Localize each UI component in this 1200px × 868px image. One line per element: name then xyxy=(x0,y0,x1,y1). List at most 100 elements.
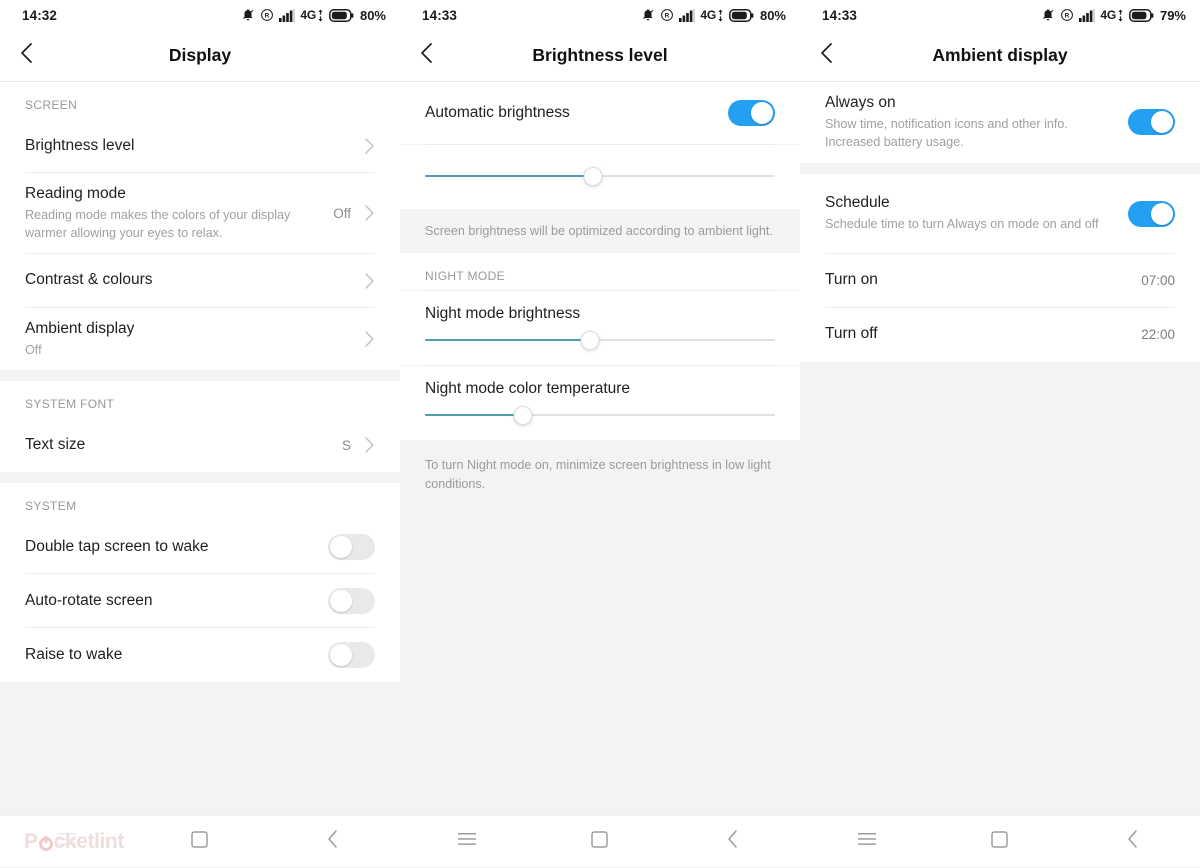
signal-bars-icon xyxy=(279,8,296,22)
toggle-auto-rotate-screen[interactable] xyxy=(328,588,375,615)
row-brightness-level[interactable]: Brightness level xyxy=(0,119,400,173)
row-title: Turn on xyxy=(825,271,878,289)
network-type-indicator: 4G xyxy=(700,8,724,22)
nav-home-button[interactable] xyxy=(133,816,266,868)
toggle-automatic-brightness[interactable] xyxy=(728,100,775,126)
row-title: Ambient display xyxy=(25,319,135,337)
group-header-system: SYSTEM xyxy=(0,483,400,521)
automatic-brightness-note: Screen brightness will be optimized acco… xyxy=(400,209,800,254)
toggle-schedule[interactable] xyxy=(1128,200,1175,227)
signal-bars-icon xyxy=(1079,8,1096,22)
row-always-on[interactable]: Always on Show time, notification icons … xyxy=(800,82,1200,163)
slider-thumb[interactable] xyxy=(513,405,533,425)
row-turn-on[interactable]: Turn on 07:00 xyxy=(800,253,1200,308)
toggle-raise-to-wake[interactable] xyxy=(328,642,375,669)
night-mode-note: To turn Night mode on, minimize screen b… xyxy=(400,440,800,506)
row-value: 07:00 xyxy=(1141,273,1175,289)
night-mode-temperature-slider-row xyxy=(400,400,800,441)
row-contrast-colours[interactable]: Contrast & colours xyxy=(0,253,400,308)
back-button[interactable] xyxy=(800,30,854,82)
brightness-slider[interactable] xyxy=(425,165,775,187)
night-mode-temperature-slider[interactable] xyxy=(425,404,775,426)
toggle-knob xyxy=(1151,202,1173,225)
row-automatic-brightness[interactable]: Automatic brightness xyxy=(400,82,800,144)
chevron-left-icon xyxy=(18,42,36,69)
nav-back-button[interactable] xyxy=(1067,816,1200,868)
status-icons: R 4G 80% xyxy=(641,8,786,23)
ringer-r-icon: R xyxy=(260,8,274,22)
bell-muted-icon xyxy=(241,8,255,22)
back-button[interactable] xyxy=(0,30,54,82)
toggle-knob xyxy=(330,590,352,613)
status-bar: 14:33 R 4G xyxy=(800,0,1200,30)
nav-back-button[interactable] xyxy=(667,816,800,868)
navigation-bar xyxy=(800,815,1200,867)
nav-recents-button[interactable] xyxy=(800,816,933,868)
svg-text:R: R xyxy=(665,12,670,19)
night-mode-brightness-label: Night mode brightness xyxy=(400,291,800,326)
row-text: Contrast & colours xyxy=(25,259,351,302)
row-schedule[interactable]: Schedule Schedule time to turn Always on… xyxy=(800,173,1200,254)
chevron-left-icon xyxy=(818,42,836,69)
list-end-spacer xyxy=(0,682,400,694)
row-subtitle: Off xyxy=(25,342,42,357)
row-ambient-display[interactable]: Ambient display Off xyxy=(0,307,400,371)
row-text: Automatic brightness xyxy=(425,92,716,135)
status-icons: R 4G 80% xyxy=(241,8,386,23)
slider-thumb[interactable] xyxy=(580,330,599,350)
status-bar: 14:33 R 4G xyxy=(400,0,800,30)
row-text: Turn on xyxy=(825,259,1131,302)
toggle-knob xyxy=(330,536,352,559)
row-reading-mode[interactable]: Reading mode Reading mode makes the colo… xyxy=(0,173,400,254)
battery-percent: 80% xyxy=(359,7,386,23)
status-time: 14:32 xyxy=(22,7,58,23)
row-text: Reading mode Reading mode makes the colo… xyxy=(25,173,323,254)
nav-home-button[interactable] xyxy=(533,816,666,868)
row-value: S xyxy=(341,437,351,453)
data-arrows-icon xyxy=(317,9,324,22)
toggle-knob xyxy=(1151,111,1173,134)
network-type-label: 4G xyxy=(1100,8,1116,22)
nav-recents-button[interactable] xyxy=(400,816,533,868)
menu-icon xyxy=(457,831,477,852)
night-mode-brightness-slider-row xyxy=(400,325,800,366)
row-auto-rotate-screen[interactable]: Auto-rotate screen xyxy=(0,574,400,629)
row-title: Contrast & colours xyxy=(25,271,153,289)
row-subtitle: Schedule time to turn Always on mode on … xyxy=(825,217,1099,232)
toggle-double-tap-to-wake[interactable] xyxy=(328,534,375,561)
battery-icon xyxy=(329,8,354,22)
toggle-always-on[interactable] xyxy=(1128,109,1175,136)
row-text: Ambient display Off xyxy=(25,308,351,371)
network-type-label: 4G xyxy=(700,8,716,22)
square-icon xyxy=(591,830,609,853)
row-text: Schedule Schedule time to turn Always on… xyxy=(825,182,1116,245)
row-title: Reading mode xyxy=(25,185,126,202)
screen-ambient-display: 14:33 R 4G 79% Ambient display Always on… xyxy=(800,0,1200,867)
screen-display: 14:32 R 4G 80% Display SCREEN Brightness… xyxy=(0,0,400,867)
network-type-indicator: 4G xyxy=(1100,8,1124,22)
chevron-right-icon xyxy=(364,272,375,290)
row-title: Always on xyxy=(825,94,896,111)
three-screenshot-strip: 14:32 R 4G 80% Display SCREEN Brightness… xyxy=(0,0,1200,867)
nav-back-button[interactable] xyxy=(267,816,400,868)
row-title: Turn off xyxy=(825,325,878,343)
row-subtitle: Show time, notification icons and other … xyxy=(825,116,1068,149)
nav-recents-button[interactable] xyxy=(0,816,133,868)
row-text-size[interactable]: Text size S xyxy=(0,418,400,473)
row-double-tap-to-wake[interactable]: Double tap screen to wake xyxy=(0,520,400,575)
row-turn-off[interactable]: Turn off 22:00 xyxy=(800,307,1200,362)
section-divider xyxy=(800,162,1200,174)
row-text: Raise to wake xyxy=(25,634,316,677)
group-header-night-mode: NIGHT MODE xyxy=(400,253,800,291)
toggle-knob xyxy=(330,644,352,667)
chevron-left-icon xyxy=(326,829,340,854)
row-raise-to-wake[interactable]: Raise to wake xyxy=(0,628,400,683)
row-value: Off xyxy=(333,205,351,221)
data-arrows-icon xyxy=(1117,9,1124,22)
nav-home-button[interactable] xyxy=(933,816,1066,868)
slider-thumb[interactable] xyxy=(583,166,603,186)
bell-muted-icon xyxy=(1041,8,1055,22)
row-title: Text size xyxy=(25,436,86,453)
night-mode-brightness-slider[interactable] xyxy=(425,329,775,351)
back-button[interactable] xyxy=(400,30,454,82)
